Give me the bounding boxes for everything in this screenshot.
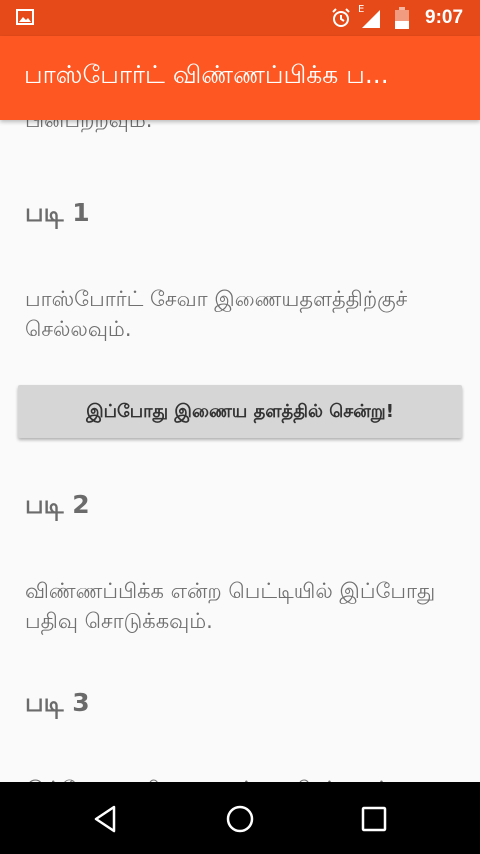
back-icon[interactable] xyxy=(91,804,121,834)
step-1-text: பாஸ்போர்ட் சேவா இணையதளத்திற்குச் செல்லவு… xyxy=(25,287,408,341)
step-3-heading: படி 3 xyxy=(25,688,90,717)
status-bar: E 9:07 xyxy=(0,0,480,36)
page-title: பாஸ்போர்ட் விண்ணப்பிக்க ப... xyxy=(24,60,389,89)
signal-icon: E xyxy=(358,4,384,30)
step-2-heading: படி 2 xyxy=(25,490,90,519)
recents-icon[interactable] xyxy=(359,804,389,834)
step-3-text: இப்போது பதிவு படிவத்தை நிரப்பவும். xyxy=(25,774,455,782)
visit-website-button[interactable]: இப்போது இணைய தளத்தில் சென்று! xyxy=(18,385,462,438)
step-2-text: விண்ணப்பிக்க என்ற பெட்டியில் இப்போது பதி… xyxy=(25,579,436,633)
status-time: 9:07 xyxy=(425,7,464,28)
battery-icon xyxy=(395,7,409,29)
step-1-heading: படி 1 xyxy=(25,198,90,227)
app-bar: பாஸ்போர்ட் விண்ணப்பிக்க ப... xyxy=(0,36,480,120)
gallery-icon xyxy=(16,9,34,25)
previous-text: பின்பற்றவும். xyxy=(25,120,153,132)
home-icon[interactable] xyxy=(225,804,255,834)
navigation-bar xyxy=(0,782,480,854)
article-content[interactable]: பின்பற்றவும். படி 1 பாஸ்போர்ட் சேவா இணைய… xyxy=(0,120,480,782)
alarm-icon xyxy=(332,8,350,27)
